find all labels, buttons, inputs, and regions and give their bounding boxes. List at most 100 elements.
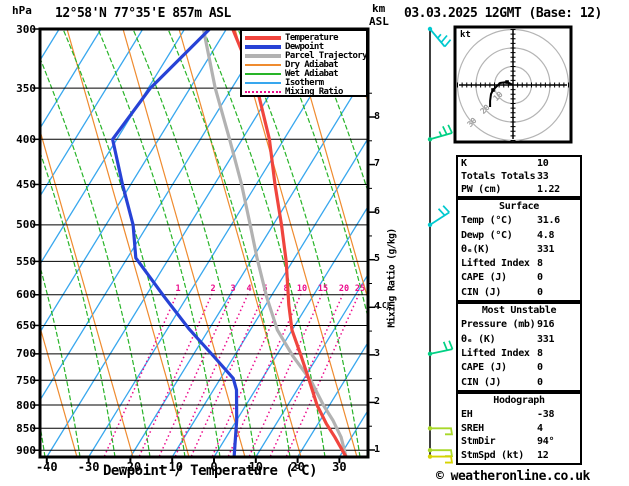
table-row-label: SREH (461, 422, 484, 434)
wind-barb (427, 124, 453, 142)
table-row: Dewp (°C) 4.8 (461, 229, 577, 243)
table-row-value: 1.22 (537, 184, 560, 195)
pressure-tick-label: 650 (16, 318, 36, 332)
watermark: © weatheronline.co.uk (436, 469, 590, 484)
table-row: K 10 (461, 157, 577, 170)
table-row-value: 4.8 (537, 229, 555, 241)
pressure-tick-label: 450 (16, 177, 36, 191)
table-row: CAPE (J) 0 (461, 361, 577, 375)
mixing-ratio-axis-title: Mixing Ratio (g/kg) (386, 228, 398, 328)
table-row-label: Dewp (°C) (461, 229, 513, 241)
table-row-label: CIN (J) (461, 376, 502, 388)
table-row: Totals Totals 33 (461, 170, 577, 183)
dry-adiabat-line (122, 29, 246, 457)
table-row-value: 4 (537, 422, 543, 434)
mixing-ratio-label: 25 (355, 284, 365, 294)
pressure-tick-label: 550 (16, 254, 36, 268)
altitude-axis-unit-asl: ASL (369, 15, 389, 28)
table-row: CIN (J) 0 (461, 286, 577, 300)
km-tick-label: 3 (374, 348, 381, 360)
legend-line-sample (245, 72, 281, 75)
hodograph: 102030 (453, 25, 573, 144)
pressure-tick-label: 300 (16, 22, 36, 36)
table-row-label: θₑ (K) (461, 333, 496, 345)
table-row: EH -38 (461, 408, 577, 422)
temp-tick-label: 30 (332, 460, 347, 474)
table-row-label: PW (cm) (461, 184, 502, 195)
table-row-label: EH (461, 408, 473, 420)
table-row-label: CAPE (J) (461, 362, 507, 374)
table-row-label: Temp (°C) (461, 215, 513, 227)
table-row-label: CIN (J) (461, 286, 502, 298)
table-row: θₑ (K) 331 (461, 333, 577, 347)
station-title: 12°58'N 77°35'E 857m ASL (55, 6, 231, 21)
altitude-axis-unit-km: km (372, 2, 386, 15)
temp-tick-label: -40 (35, 460, 58, 474)
table-header: Hodograph (493, 395, 545, 406)
table-row-value: 31.6 (537, 215, 560, 227)
mixing-ratio-label: 3 (230, 284, 235, 294)
legend-line-sample (245, 63, 281, 66)
mixing-ratio-label: 1 (175, 284, 180, 294)
table-row-label: Lifted Index (461, 347, 530, 359)
pressure-tick-label: 500 (16, 218, 36, 232)
table-row-value: 331 (537, 333, 555, 345)
temp-tick-label: -10 (161, 460, 184, 474)
pressure-tick-label: 850 (16, 421, 36, 435)
legend-line-sample (245, 35, 281, 40)
table-row: Temp (°C) 31.6 (461, 214, 577, 228)
pressure-tick-label: 750 (16, 373, 36, 387)
hodograph-unit-label: kt (460, 30, 471, 40)
table-row-label: K (461, 158, 467, 169)
temp-tick-label: -30 (77, 460, 100, 474)
legend-line-sample (245, 53, 281, 58)
table-row-value: 8 (537, 347, 543, 359)
table-row: θₑ(K) 331 (461, 243, 577, 257)
km-tick-label: 6 (374, 205, 381, 217)
temp-tick-label: 10 (248, 460, 264, 474)
mixing-ratio-label: 4 (246, 284, 251, 294)
pressure-tick-label: 900 (16, 443, 36, 457)
mixing-ratio-label: 10 (297, 284, 307, 294)
pressure-tick-label: 800 (16, 398, 36, 412)
mixing-ratio-label: 20 (339, 284, 349, 294)
legend-line-sample (245, 91, 281, 94)
table-row-label: θₑ(K) (461, 243, 490, 255)
table-row-value: 0 (537, 286, 543, 298)
table-row-label: StmDir (461, 436, 496, 448)
table-row: Lifted Index 8 (461, 257, 577, 271)
mixing-ratio-label: 2 (210, 284, 215, 294)
table-row-value: 33 (537, 171, 549, 182)
legend-line-sample (245, 44, 281, 49)
legend: Temperature Dewpoint Parcel Trajectory Dry … (240, 29, 368, 97)
table-row-value: 94° (537, 436, 555, 448)
table-row: SREH 4 (461, 422, 577, 436)
table-row-label: CAPE (J) (461, 272, 507, 284)
legend-line-sample (245, 82, 281, 85)
table-row-value: 8 (537, 258, 543, 270)
table-header: Surface (498, 201, 540, 212)
pressure-axis-unit: hPa (12, 4, 32, 17)
temp-tick-label: 0 (210, 460, 218, 474)
pressure-tick-label: 400 (16, 132, 36, 146)
stats-table-indices: K 10 Totals Totals 33 PW (cm) 1.22 (456, 155, 582, 198)
legend-item-label: Mixing Ratio (285, 87, 343, 98)
km-tick-label: 8 (374, 110, 381, 122)
table-row: CIN (J) 0 (461, 376, 577, 390)
table-row-label: Totals Totals (461, 171, 536, 182)
km-tick-label: 7 (374, 158, 381, 170)
table-row-value: 0 (537, 362, 543, 374)
mixing-ratio-line (158, 293, 233, 457)
table-row-value: 10 (537, 158, 549, 169)
run-date-title: 03.03.2025 12GMT (Base: 12) (404, 6, 602, 21)
wind-barb (427, 26, 452, 48)
table-row-label: Lifted Index (461, 258, 530, 270)
table-row: Pressure (mb) 916 (461, 318, 577, 332)
pressure-tick-label: 600 (16, 288, 36, 302)
table-row-value: 916 (537, 319, 555, 331)
table-row: PW (cm) 1.22 (461, 183, 577, 196)
table-row-label: StmSpd (kt) (461, 450, 524, 462)
km-tick-label: 1 (374, 443, 381, 455)
stats-table-hodograph: Hodograph EH -38 SREH 4 StmDir 94° StmSpd (kt) 1… (456, 392, 582, 465)
table-row-value: -38 (537, 408, 555, 420)
